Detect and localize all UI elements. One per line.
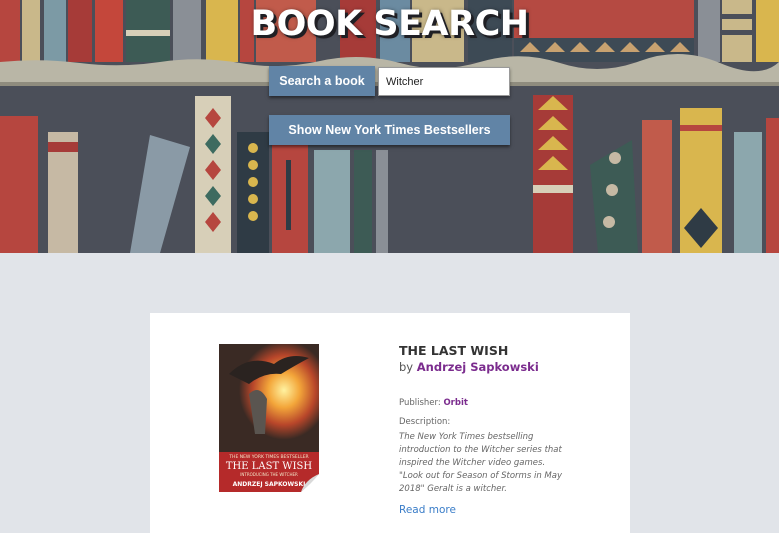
search-book-button[interactable]: Search a book xyxy=(269,66,375,96)
page-title: BOOK SEARCH xyxy=(250,4,529,44)
book-byline: by Andrzej Sapkowski xyxy=(399,360,539,374)
publisher-label: Publisher: xyxy=(399,398,441,408)
description-label: Description: xyxy=(399,417,451,427)
cover-title: THE LAST WISH xyxy=(226,461,313,472)
cover-top-text: THE NEW YORK TIMES BESTSELLER xyxy=(228,454,308,460)
book-description: The New York Times bestselling introduct… xyxy=(399,432,562,494)
search-input[interactable] xyxy=(378,67,510,96)
publisher-value: Orbit xyxy=(443,398,468,408)
book-title: THE LAST WISH xyxy=(399,343,509,358)
book-cover-image[interactable]: THE NEW YORK TIMES BESTSELLER THE LAST W… xyxy=(219,344,319,492)
book-author: Andrzej Sapkowski xyxy=(416,360,539,374)
book-result-card: THE NEW YORK TIMES BESTSELLER THE LAST W… xyxy=(150,313,630,533)
read-more-link[interactable]: Read more xyxy=(399,504,456,516)
cover-artwork: THE NEW YORK TIMES BESTSELLER THE LAST W… xyxy=(219,344,319,492)
publisher-line: Publisher: Orbit xyxy=(399,398,468,408)
header-banner: BOOK SEARCH Search a book Show New York … xyxy=(0,0,779,253)
cover-author: ANDRZEJ SAPKOWSKI xyxy=(233,481,306,488)
cover-subtitle: INTRODUCING THE WITCHER xyxy=(240,472,298,477)
by-prefix: by xyxy=(399,360,414,374)
nyt-bestsellers-button[interactable]: Show New York Times Bestsellers xyxy=(269,115,510,145)
